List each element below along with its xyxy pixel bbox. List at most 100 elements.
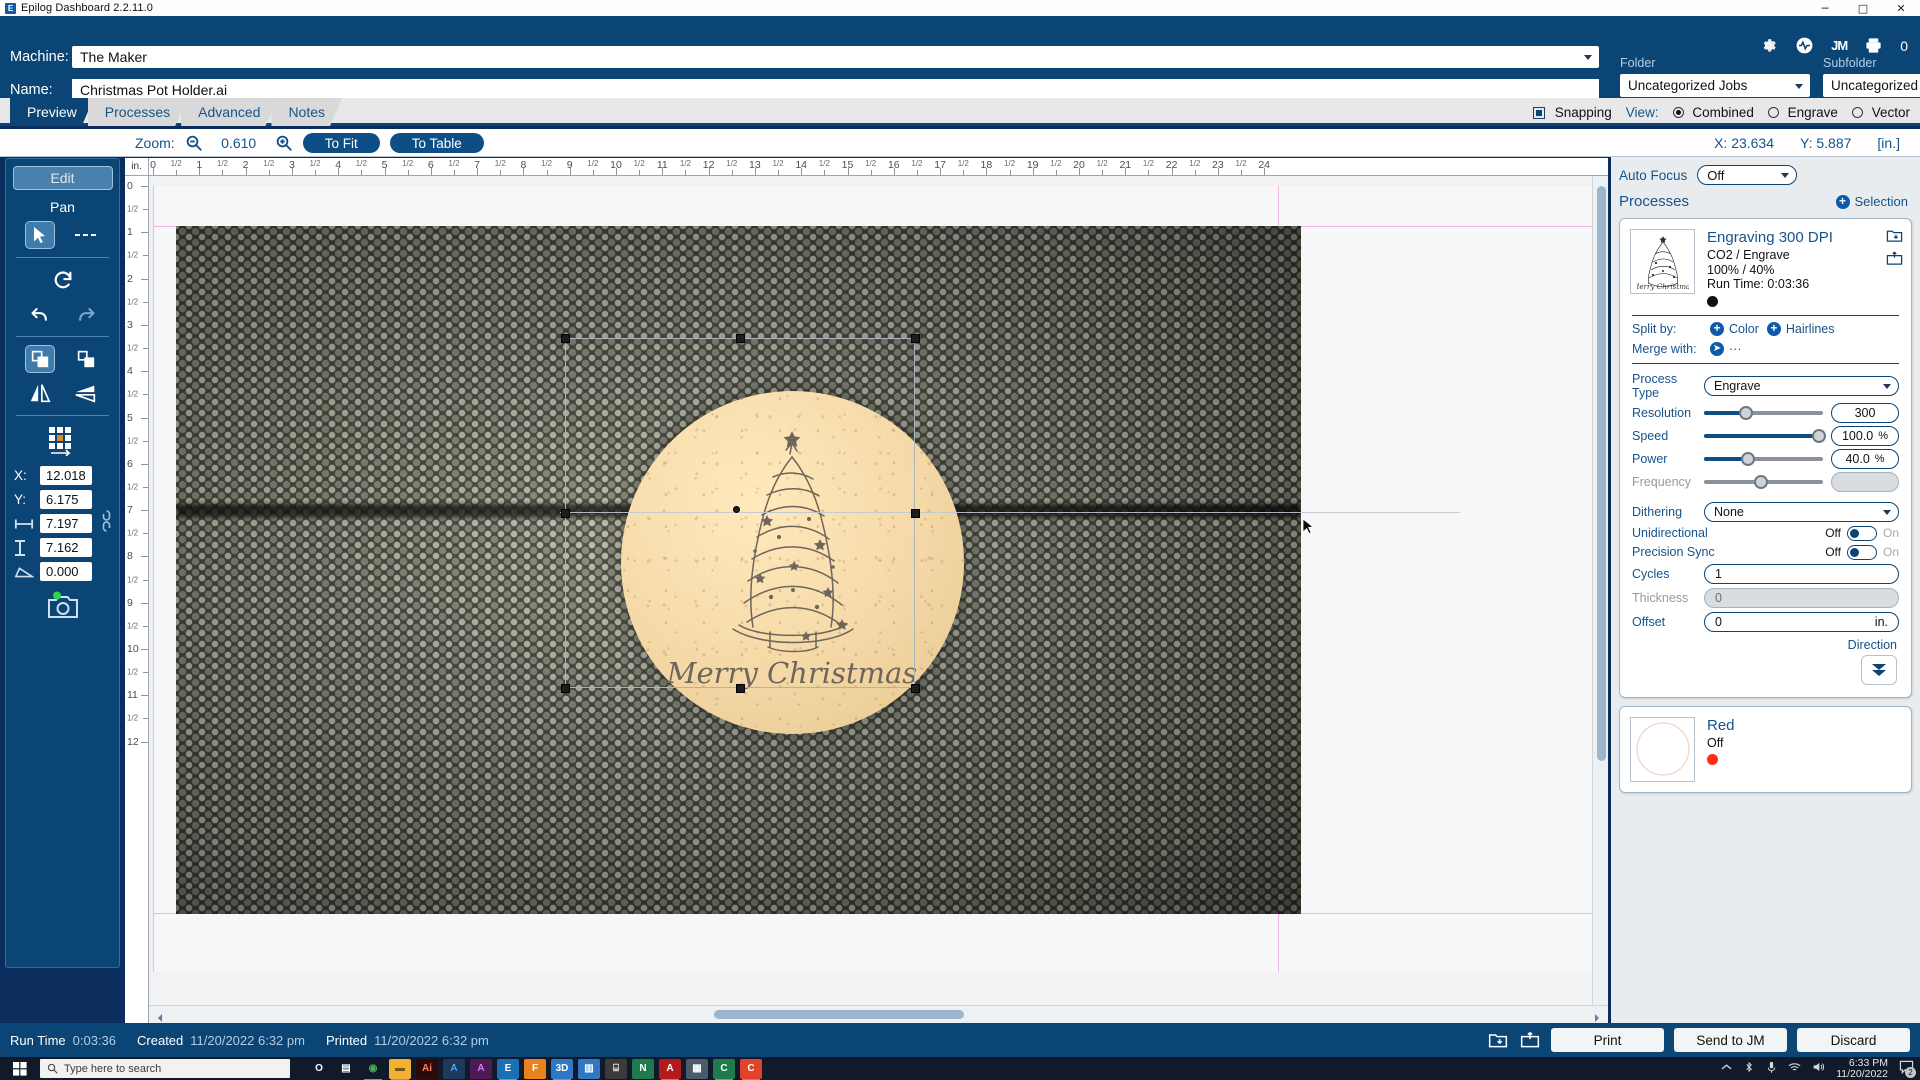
unidirectional-toggle[interactable] — [1846, 525, 1877, 541]
tab-processes[interactable]: Processes — [88, 98, 187, 126]
selection-bounding-box[interactable] — [565, 338, 915, 688]
speed-slider[interactable] — [1704, 428, 1827, 443]
power-slider[interactable] — [1704, 451, 1823, 466]
tab-notes[interactable]: Notes — [271, 98, 342, 126]
taskbar-app-cortana[interactable]: O — [308, 1059, 330, 1079]
taskbar-app-printer-app[interactable]: ⌸ — [605, 1058, 627, 1079]
radio-vector[interactable]: Vector — [1851, 105, 1910, 120]
vertical-scroll-thumb[interactable] — [1597, 186, 1606, 761]
horizontal-scroll-thumb[interactable] — [714, 1010, 964, 1019]
resize-handle-br[interactable] — [911, 684, 920, 693]
scroll-left-icon[interactable] — [155, 1010, 165, 1022]
minimize-icon[interactable]: ─ — [1806, 0, 1844, 16]
process-card-engraving[interactable]: Merry Christmas Engraving 300 DPI CO2 / … — [1619, 218, 1912, 698]
power-input[interactable]: 40.0 % — [1831, 448, 1899, 469]
direction-down-button[interactable] — [1861, 654, 1897, 685]
y-position-input[interactable]: 6.175 — [40, 490, 92, 509]
dash-icon[interactable] — [71, 221, 101, 249]
split-by-color-button[interactable]: + Color — [1710, 321, 1759, 336]
load-job-icon[interactable] — [1519, 1030, 1541, 1050]
to-fit-button[interactable]: To Fit — [302, 133, 380, 153]
height-input[interactable]: 7.162 — [40, 538, 92, 557]
microphone-icon[interactable] — [1766, 1061, 1777, 1077]
taskbar-app-epilog-dashboard[interactable]: E — [497, 1058, 519, 1080]
auto-focus-select[interactable]: Off — [1697, 165, 1798, 185]
radio-engrave[interactable]: Engrave — [1767, 105, 1838, 120]
resolution-input[interactable]: 300 — [1831, 402, 1899, 423]
camera-icon[interactable] — [46, 591, 80, 626]
taskbar-app-chrome[interactable]: ◉ — [362, 1059, 384, 1080]
taskbar-app-3d-builder[interactable]: 3D — [551, 1058, 573, 1080]
show-hidden-icons-icon[interactable] — [1721, 1063, 1732, 1075]
laser-bed[interactable]: Merry Christmas — [153, 186, 1593, 972]
vertical-scrollbar[interactable] — [1592, 176, 1608, 1023]
close-icon[interactable]: ✕ — [1882, 0, 1920, 16]
link-aspect-icon[interactable] — [101, 508, 112, 539]
add-selection-button[interactable]: + Selection — [1835, 194, 1908, 209]
dithering-select[interactable]: None — [1704, 501, 1899, 522]
tab-preview[interactable]: Preview — [10, 98, 94, 126]
export-settings-icon[interactable] — [1886, 250, 1903, 267]
edit-button[interactable]: Edit — [12, 166, 113, 190]
slider-knob[interactable] — [1738, 405, 1753, 420]
zoom-out-icon[interactable] — [185, 134, 203, 152]
zoom-in-icon[interactable] — [275, 134, 293, 152]
resize-handle-bc[interactable] — [736, 684, 745, 693]
group-objects-icon[interactable] — [24, 345, 55, 373]
wifi-icon[interactable] — [1788, 1062, 1801, 1076]
gear-icon[interactable] — [1759, 36, 1778, 55]
machine-select[interactable]: The Maker — [72, 46, 1599, 68]
resize-handle-mr[interactable] — [911, 509, 920, 518]
folder-select[interactable]: Uncategorized Jobs — [1620, 74, 1810, 97]
taskbar-app-sticky-notes[interactable]: ▥ — [578, 1058, 600, 1079]
redo-icon[interactable] — [71, 300, 101, 328]
preview-canvas[interactable]: in. 0 1/2 1 1/2 2 1/2 3 1/2 4 1/2 5 1/2 6 1/2 7 1/2 8 1/2… — [125, 158, 1608, 1023]
taskbar-app-file-explorer[interactable]: ▬ — [389, 1058, 411, 1080]
taskbar-app-illustrator[interactable]: Ai — [416, 1058, 438, 1079]
taskbar-app-calculator[interactable]: ▦ — [686, 1058, 708, 1079]
resize-handle-bl[interactable] — [561, 684, 570, 693]
cycles-input[interactable]: 1 — [1704, 563, 1899, 584]
merge-with-button[interactable]: ➤ ··· — [1710, 341, 1742, 356]
taskbar-app-affinity-designer[interactable]: A — [443, 1058, 465, 1079]
x-position-input[interactable]: 12.018 — [40, 466, 92, 485]
taskbar-app-corel-photo-paint[interactable]: C — [740, 1058, 762, 1080]
import-settings-icon[interactable] — [1886, 227, 1903, 244]
to-table-button[interactable]: To Table — [389, 133, 484, 153]
flip-horizontal-icon[interactable] — [25, 379, 55, 407]
refresh-icon[interactable] — [48, 266, 78, 294]
clock[interactable]: 6:33 PM 11/20/2022 — [1836, 1057, 1888, 1080]
start-button[interactable] — [0, 1061, 40, 1076]
radio-combined[interactable]: Combined — [1672, 105, 1754, 120]
scroll-right-icon[interactable] — [1592, 1010, 1602, 1022]
resize-handle-tl[interactable] — [561, 334, 570, 343]
taskbar-app-onenote[interactable]: N — [632, 1058, 654, 1079]
process-card-red[interactable]: Red Off — [1619, 705, 1912, 793]
resolution-slider[interactable] — [1704, 405, 1823, 420]
tab-advanced[interactable]: Advanced — [181, 98, 277, 126]
maximize-icon[interactable]: □ — [1844, 0, 1882, 16]
offset-input[interactable]: 0 in. — [1704, 611, 1899, 632]
taskbar-app-task-view[interactable]: ▤ — [335, 1059, 357, 1079]
angle-input[interactable]: 0.000 — [40, 562, 92, 581]
speed-input[interactable]: 100.0 % — [1831, 425, 1899, 446]
notifications-button[interactable]: 2 — [1899, 1060, 1916, 1078]
resize-handle-ml[interactable] — [561, 509, 570, 518]
process-type-select[interactable]: Engrave — [1704, 375, 1899, 396]
resize-handle-tc[interactable] — [736, 334, 745, 343]
duplicate-objects-icon[interactable] — [71, 345, 101, 373]
search-input[interactable]: Type here to search — [40, 1059, 290, 1078]
taskbar-app-fusion360[interactable]: F — [524, 1058, 546, 1079]
taskbar-app-acrobat[interactable]: A — [659, 1058, 681, 1080]
print-button[interactable]: Print — [1551, 1028, 1664, 1052]
subfolder-select[interactable]: Uncategorized Jobs — [1823, 74, 1920, 97]
select-arrow-icon[interactable] — [24, 221, 55, 249]
width-input[interactable]: 7.197 — [40, 514, 92, 533]
volume-icon[interactable] — [1812, 1061, 1825, 1076]
flip-vertical-icon[interactable] — [71, 379, 101, 407]
send-to-jm-button[interactable]: Send to JM — [1674, 1028, 1787, 1052]
split-by-hairlines-button[interactable]: + Hairlines — [1766, 321, 1835, 336]
discard-button[interactable]: Discard — [1797, 1028, 1910, 1052]
save-job-icon[interactable] — [1487, 1030, 1509, 1050]
slider-knob[interactable] — [1812, 428, 1827, 443]
